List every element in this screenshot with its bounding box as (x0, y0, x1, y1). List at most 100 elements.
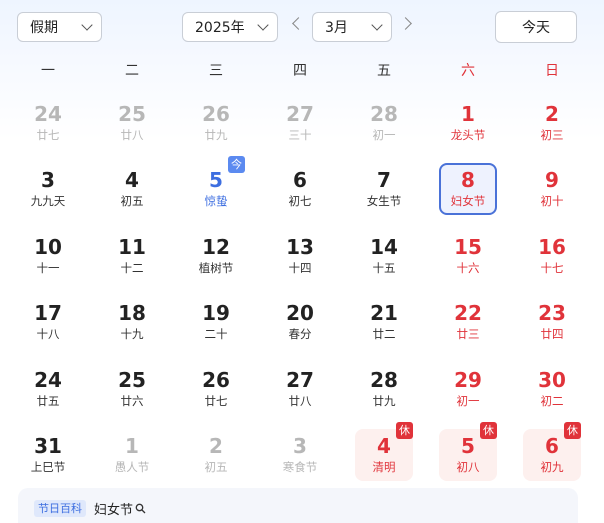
prev-month-icon[interactable] (292, 17, 305, 30)
calendar-grid: 24 廿七 25 廿八 26 廿九 27 三十 28 初一 1 龙头节 2 初三 3 九九天 4 初五 5 惊蛰今 6 初… (6, 92, 594, 490)
calendar-day[interactable]: 7 女生节 (355, 163, 413, 215)
calendar-day-cell[interactable]: 1 愚人节 (90, 424, 174, 490)
calendar-day-cell[interactable]: 25 廿六 (90, 358, 174, 424)
day-number: 8 (461, 168, 475, 193)
calendar-day[interactable]: 18 十九 (103, 296, 161, 348)
calendar-day[interactable]: 29 初一 (439, 363, 497, 415)
calendar-day-cell[interactable]: 3 寒食节 (258, 424, 342, 490)
calendar-day[interactable]: 1 龙头节 (439, 97, 497, 149)
calendar-day-cell[interactable]: 2 初三 (510, 92, 594, 158)
calendar-day[interactable]: 28 廿九 (355, 363, 413, 415)
calendar-day-cell[interactable]: 5 初八 休 (426, 421, 510, 490)
year-select-label: 2025年 (195, 20, 245, 36)
calendar-day-cell[interactable]: 2 初五 (174, 424, 258, 490)
calendar-day-cell[interactable]: 4 初五 (90, 158, 174, 224)
calendar-day-cell[interactable]: 28 廿九 (342, 358, 426, 424)
calendar-day[interactable]: 31 上巳节 (19, 429, 77, 481)
calendar-day[interactable]: 26 廿九 (187, 97, 245, 149)
calendar-day-cell[interactable]: 3 九九天 (6, 158, 90, 224)
calendar-day[interactable]: 25 廿六 (103, 363, 161, 415)
calendar-day[interactable]: 1 愚人节 (103, 429, 161, 481)
calendar-day-cell[interactable]: 15 十六 (426, 225, 510, 291)
calendar-day-cell[interactable]: 6 初九 休 (510, 421, 594, 490)
calendar-day[interactable]: 4 初五 (103, 163, 161, 215)
calendar-day-cell[interactable]: 20 春分 (258, 291, 342, 357)
calendar-day[interactable]: 28 初一 (355, 97, 413, 149)
calendar-day-cell[interactable]: 11 十二 (90, 225, 174, 291)
calendar-day[interactable]: 3 寒食节 (271, 429, 329, 481)
calendar-day[interactable]: 6 初七 (271, 163, 329, 215)
calendar-day[interactable]: 20 春分 (271, 296, 329, 348)
calendar-day[interactable]: 11 十二 (103, 230, 161, 282)
calendar-day-cell[interactable]: 8 妇女节 (426, 158, 510, 224)
calendar-day[interactable]: 3 九九天 (19, 163, 77, 215)
lunar-date: 十九 (120, 327, 144, 342)
calendar-day[interactable]: 8 妇女节 (439, 163, 497, 216)
festival-search-link[interactable]: 妇女节 (94, 499, 133, 518)
calendar-day-cell[interactable]: 25 廿八 (90, 92, 174, 158)
calendar-day[interactable]: 26 廿七 (187, 363, 245, 415)
calendar-day[interactable]: 12 植树节 (187, 230, 245, 282)
calendar-day-cell[interactable]: 5 惊蛰 今 (174, 156, 258, 224)
calendar-day-cell[interactable]: 21 廿二 (342, 291, 426, 357)
lunar-date: 十一 (36, 260, 60, 275)
calendar-day-cell[interactable]: 28 初一 (342, 92, 426, 158)
search-icon[interactable] (135, 503, 146, 514)
calendar-day-cell[interactable]: 1 龙头节 (426, 92, 510, 158)
calendar-day[interactable]: 24 廿五 (19, 363, 77, 415)
calendar-day[interactable]: 15 十六 (439, 230, 497, 282)
calendar-day-cell[interactable]: 30 初二 (510, 358, 594, 424)
calendar-day-cell[interactable]: 4 清明 休 (342, 421, 426, 490)
calendar-day-cell[interactable]: 9 初十 (510, 158, 594, 224)
month-select[interactable]: 3月 (312, 12, 392, 42)
calendar-day-cell[interactable]: 31 上巳节 (6, 424, 90, 490)
calendar-day-cell[interactable]: 13 十四 (258, 225, 342, 291)
calendar-day-cell[interactable]: 19 二十 (174, 291, 258, 357)
next-month-icon[interactable] (399, 17, 412, 30)
calendar-day[interactable]: 16 十七 (523, 230, 581, 282)
calendar-day-cell[interactable]: 17 十八 (6, 291, 90, 357)
calendar-day-cell[interactable]: 16 十七 (510, 225, 594, 291)
calendar-day-cell[interactable]: 26 廿七 (174, 358, 258, 424)
calendar-day[interactable]: 25 廿八 (103, 97, 161, 149)
calendar-day-cell[interactable]: 14 十五 (342, 225, 426, 291)
calendar-day-cell[interactable]: 23 廿四 (510, 291, 594, 357)
calendar-day[interactable]: 27 廿八 (271, 363, 329, 415)
calendar-day-cell[interactable]: 12 植树节 (174, 225, 258, 291)
calendar-day-cell[interactable]: 10 十一 (6, 225, 90, 291)
calendar-day[interactable]: 10 十一 (19, 230, 77, 282)
calendar-day-cell[interactable]: 18 十九 (90, 291, 174, 357)
day-number: 16 (538, 234, 566, 259)
calendar-day[interactable]: 22 廿三 (439, 296, 497, 348)
calendar-day-cell[interactable]: 26 廿九 (174, 92, 258, 158)
calendar-day-cell[interactable]: 29 初一 (426, 358, 510, 424)
calendar-day-cell[interactable]: 27 三十 (258, 92, 342, 158)
calendar-day-cell[interactable]: 27 廿八 (258, 358, 342, 424)
calendar-day[interactable]: 6 初九 休 (523, 421, 581, 481)
calendar-day[interactable]: 17 十八 (19, 296, 77, 348)
calendar-day-cell[interactable]: 7 女生节 (342, 158, 426, 224)
calendar-day[interactable]: 27 三十 (271, 97, 329, 149)
lunar-date: 初三 (540, 128, 564, 142)
calendar-day[interactable]: 4 清明 休 (355, 421, 413, 481)
calendar-day[interactable]: 5 惊蛰 今 (187, 156, 245, 215)
calendar-day[interactable]: 23 廿四 (523, 296, 581, 348)
calendar-day-cell[interactable]: 24 廿五 (6, 358, 90, 424)
calendar-day[interactable]: 9 初十 (523, 163, 581, 215)
calendar-day[interactable]: 24 廿七 (19, 97, 77, 149)
calendar-day[interactable]: 14 十五 (355, 230, 413, 282)
lunar-date: 廿八 (120, 128, 144, 142)
calendar-day[interactable]: 2 初五 (187, 429, 245, 481)
year-select[interactable]: 2025年 (182, 12, 278, 42)
holiday-select[interactable]: 假期 (17, 12, 102, 42)
today-button[interactable]: 今天 (495, 11, 577, 43)
calendar-day[interactable]: 30 初二 (523, 363, 581, 415)
calendar-day[interactable]: 19 二十 (187, 296, 245, 348)
calendar-day[interactable]: 2 初三 (523, 97, 581, 149)
calendar-day-cell[interactable]: 6 初七 (258, 158, 342, 224)
calendar-day[interactable]: 5 初八 休 (439, 421, 497, 481)
calendar-day-cell[interactable]: 22 廿三 (426, 291, 510, 357)
calendar-day[interactable]: 13 十四 (271, 230, 329, 282)
calendar-day[interactable]: 21 廿二 (355, 296, 413, 348)
calendar-day-cell[interactable]: 24 廿七 (6, 92, 90, 158)
